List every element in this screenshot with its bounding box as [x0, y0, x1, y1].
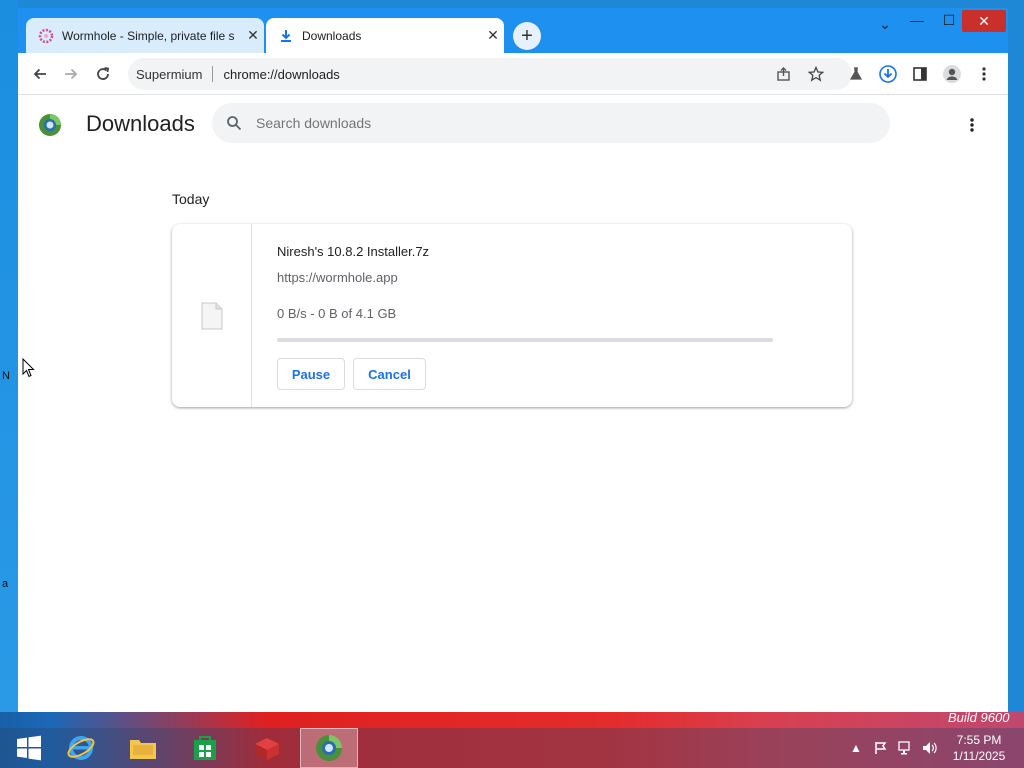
clock-date: 1/11/2025	[952, 749, 1006, 763]
download-favicon-icon	[278, 28, 294, 44]
address-bar[interactable]: Supermium chrome://downloads	[128, 58, 852, 90]
forward-icon[interactable]	[59, 62, 83, 86]
download-progress-bar	[277, 338, 773, 342]
file-icon-column	[172, 224, 252, 407]
tab-title: Downloads	[302, 28, 362, 43]
show-hidden-icons-icon[interactable]: ▲	[850, 728, 862, 768]
bookmark-star-icon[interactable]	[804, 62, 828, 86]
network-icon[interactable]	[898, 728, 914, 768]
minimize-button[interactable]: —	[906, 12, 928, 28]
tab-downloads[interactable]: Downloads ✕	[266, 18, 504, 53]
tab-close-icon[interactable]: ✕	[482, 27, 504, 44]
downloads-header: Downloads	[18, 95, 1008, 153]
page-title: Downloads	[86, 111, 195, 136]
system-clock[interactable]: 7:55 PM 1/11/2025	[944, 732, 1014, 764]
source-url[interactable]: https://wormhole.app	[277, 270, 398, 285]
browser-window: Wormhole - Simple, private file s ✕ Down…	[18, 8, 1008, 712]
tab-close-icon[interactable]: ✕	[242, 27, 264, 44]
maximize-button[interactable]: ☐	[938, 12, 960, 29]
labs-flask-icon[interactable]	[844, 62, 868, 86]
new-tab-button[interactable]: +	[513, 22, 541, 50]
store-icon[interactable]	[176, 728, 234, 768]
download-indicator-icon[interactable]	[876, 62, 900, 86]
desktop-edge: N a	[0, 0, 18, 720]
taskbar: ▲ 7:55 PM 1/11/2025	[0, 728, 1024, 768]
app-red-box-icon[interactable]	[238, 728, 296, 768]
search-icon	[224, 115, 244, 131]
file-name[interactable]: Niresh's 10.8.2 Installer.7z	[277, 244, 429, 259]
search-input[interactable]	[256, 115, 856, 131]
more-actions-icon[interactable]	[962, 113, 982, 137]
profile-icon[interactable]	[940, 62, 964, 86]
browser-toolbar: Supermium chrome://downloads	[18, 53, 1008, 95]
reload-icon[interactable]	[91, 62, 115, 86]
supermium-icon[interactable]	[300, 728, 358, 768]
desktop-text-fragment: N	[2, 370, 10, 382]
share-icon[interactable]	[772, 62, 796, 86]
volume-icon[interactable]	[922, 728, 938, 768]
start-icon[interactable]	[0, 728, 58, 768]
downloads-page: Downloads Today Niresh's 10.8.2 Installe…	[18, 95, 1008, 712]
download-item: Niresh's 10.8.2 Installer.7z https://wor…	[172, 224, 852, 407]
file-explorer-icon[interactable]	[114, 728, 172, 768]
tab-search-chevron-icon[interactable]: ⌄	[874, 16, 896, 33]
tab-title: Wormhole - Simple, private file s	[62, 28, 235, 43]
omnibox-url[interactable]: chrome://downloads	[223, 67, 339, 82]
omnibox-site-label: Supermium	[136, 66, 203, 82]
download-status: 0 B/s - 0 B of 4.1 GB	[277, 306, 397, 321]
date-section-label: Today	[172, 191, 210, 207]
internet-explorer-icon[interactable]	[52, 728, 110, 768]
title-bar[interactable]: Wormhole - Simple, private file s ✕ Down…	[18, 8, 1008, 53]
desktop-text-fragment: a	[2, 578, 9, 590]
back-icon[interactable]	[28, 62, 52, 86]
clock-time: 7:55 PM	[956, 733, 1002, 747]
cancel-button[interactable]: Cancel	[353, 358, 426, 390]
close-window-button[interactable]: ✕	[962, 10, 1006, 32]
tab-wormhole[interactable]: Wormhole - Simple, private file s ✕	[26, 18, 264, 53]
file-icon	[200, 302, 224, 330]
menu-kebab-icon[interactable]	[972, 62, 996, 86]
pause-button[interactable]: Pause	[277, 358, 345, 390]
downloads-logo-icon	[38, 113, 62, 137]
omnibox-separator	[212, 66, 214, 82]
side-panel-icon[interactable]	[908, 62, 932, 86]
mouse-cursor-icon	[22, 357, 36, 383]
wallpaper-build-text: Build 9600	[948, 710, 1010, 725]
search-downloads[interactable]	[212, 103, 890, 143]
wormhole-favicon-icon	[38, 28, 54, 44]
action-center-flag-icon[interactable]	[874, 728, 888, 768]
